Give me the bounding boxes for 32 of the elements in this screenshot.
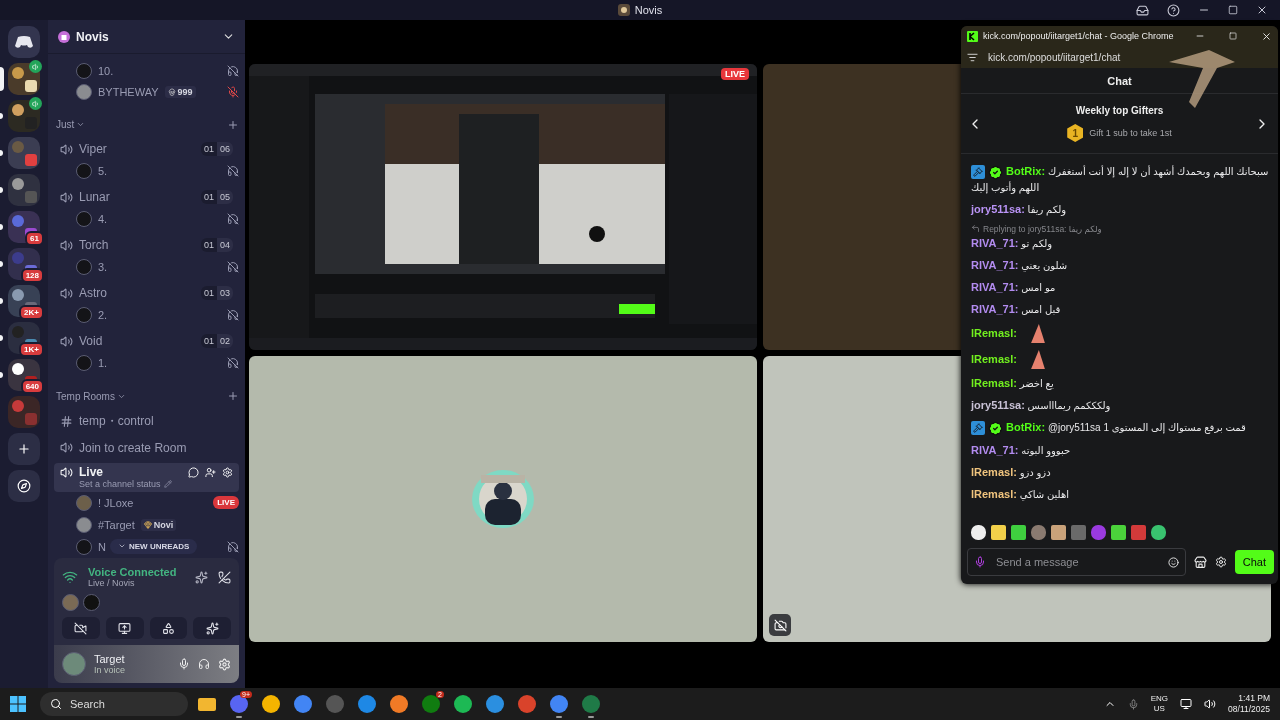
mention-badge: 640 (20, 379, 44, 394)
voice-status: Voice Connected (88, 566, 178, 578)
chat-header: Chat (961, 68, 1278, 94)
user-counter: 01 05 (200, 190, 233, 205)
user-counter: 01 06 (200, 142, 233, 157)
channel-name: Torch (79, 238, 109, 253)
mention-badge: 128 (20, 268, 44, 283)
tag-label: 999 (177, 87, 193, 98)
mention-badge: 61 (25, 231, 44, 246)
channel-name: Lunar (79, 190, 110, 205)
user-counter: 01 04 (200, 238, 233, 253)
rank-badge: 1 (1067, 124, 1084, 142)
channel-name: Live (79, 465, 103, 480)
channel-name: Void (79, 334, 103, 349)
channel-name: Viper (79, 142, 107, 157)
user-name: Target (94, 653, 126, 665)
user-counter: 01 02 (200, 334, 233, 349)
reply-context: Replying to jory511sa: ولكم ريفا (983, 223, 1102, 234)
window-title: kick.com/popout/iitarget1/chat - Google Chrome (983, 31, 1175, 41)
channel-name: Join to create Room (79, 440, 187, 455)
gifters-title: Weekly top Gifters (1075, 105, 1164, 116)
tag-label: Novi (153, 520, 174, 530)
user-counter: 01 03 (200, 286, 233, 301)
channel-name: temp・control (79, 412, 154, 430)
live-badge: LIVE (721, 68, 749, 80)
channel-name: Astro (79, 286, 107, 301)
mention-badge: 1K+ (19, 342, 44, 357)
mention-badge: 2K+ (19, 305, 44, 320)
live-badge: LIVE (213, 496, 239, 510)
user-status: In voice (94, 665, 127, 675)
window-title: Novis (634, 4, 663, 16)
gift-prompt: Gift 1 sub to take 1st (1089, 128, 1172, 138)
